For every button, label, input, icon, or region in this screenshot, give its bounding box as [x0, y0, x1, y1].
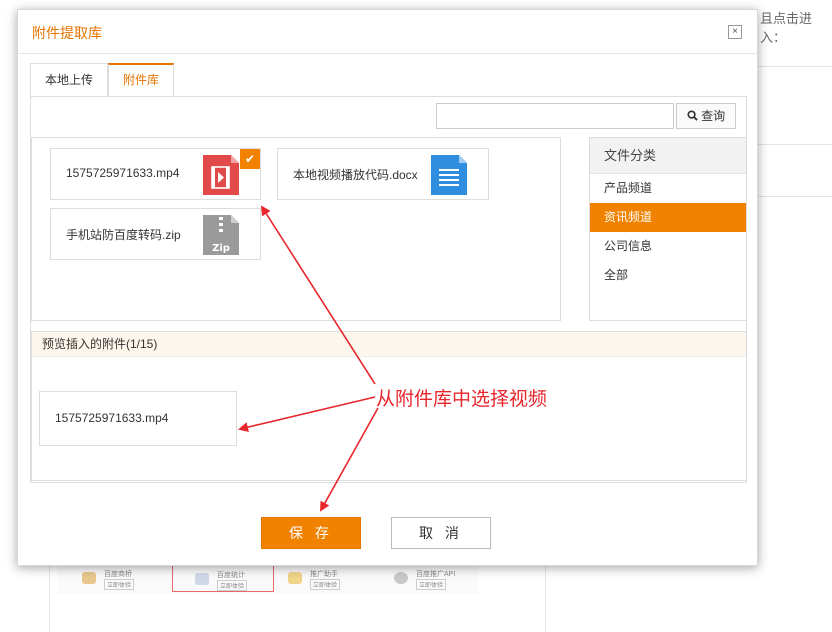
background-hint-text: 且点击进入：	[760, 11, 813, 45]
attachment-library-dialog: 附件提取库 × 本地上传 附件库 查询 1575725971633.mp4 ✔ …	[17, 9, 758, 566]
cancel-button[interactable]: 取 消	[391, 517, 491, 549]
category-title: 文件分类	[590, 138, 746, 174]
bg-product-card: 百度统计 立即体验	[172, 564, 274, 592]
file-name: 手机站防百度转码.zip	[66, 228, 181, 242]
bg-divider	[756, 196, 832, 197]
close-icon[interactable]: ×	[728, 25, 742, 39]
check-icon: ✔	[240, 149, 260, 169]
search-input[interactable]	[436, 103, 674, 129]
bg-product-card: 百度推广API 立即体验	[372, 564, 472, 592]
file-name: 本地视频播放代码.docx	[293, 168, 418, 182]
bg-divider	[756, 144, 832, 145]
zip-file-icon: Zip	[203, 215, 239, 255]
bg-divider	[545, 564, 546, 632]
category-item-news[interactable]: 资讯频道	[590, 203, 746, 232]
preview-file-name: 1575725971633.mp4	[55, 411, 169, 425]
file-card-video[interactable]: 1575725971633.mp4 ✔	[50, 148, 261, 200]
file-card-zip[interactable]: 手机站防百度转码.zip Zip	[50, 208, 261, 260]
file-list: 1575725971633.mp4 ✔ 本地视频播放代码.docx 手机站防百度…	[31, 137, 561, 321]
video-file-icon	[203, 155, 239, 195]
category-panel: 文件分类 产品频道 资讯频道 公司信息 全部	[589, 137, 747, 321]
file-name: 1575725971633.mp4	[66, 166, 180, 180]
category-item-all[interactable]: 全部	[590, 261, 746, 290]
tab-content: 查询 1575725971633.mp4 ✔ 本地视频播放代码.docx 手机站…	[30, 96, 747, 483]
search-button-label: 查询	[701, 109, 726, 123]
category-item-products[interactable]: 产品频道	[590, 174, 746, 203]
category-item-company[interactable]: 公司信息	[590, 232, 746, 261]
document-file-icon	[431, 155, 467, 195]
tab-local-upload[interactable]: 本地上传	[30, 63, 109, 96]
search-button[interactable]: 查询	[676, 103, 736, 129]
bg-product-card: 推广助手 立即体验	[266, 564, 366, 592]
annotation-label: 从附件库中选择视频	[376, 389, 548, 410]
svg-text:Zip: Zip	[212, 243, 230, 254]
preview-item[interactable]: 1575725971633.mp4	[39, 391, 237, 446]
bg-product-card: 百度商桥 立即体验	[60, 564, 160, 592]
dialog-title-divider	[18, 53, 757, 54]
dialog-title: 附件提取库	[32, 25, 102, 41]
bg-divider	[49, 564, 50, 632]
file-card-document[interactable]: 本地视频播放代码.docx	[277, 148, 489, 200]
search-icon	[687, 110, 698, 121]
tab-attachment-library[interactable]: 附件库	[108, 63, 175, 98]
bg-divider	[756, 66, 832, 67]
save-button[interactable]: 保 存	[261, 517, 361, 549]
preview-header: 预览插入的附件(1/15)	[32, 332, 746, 357]
